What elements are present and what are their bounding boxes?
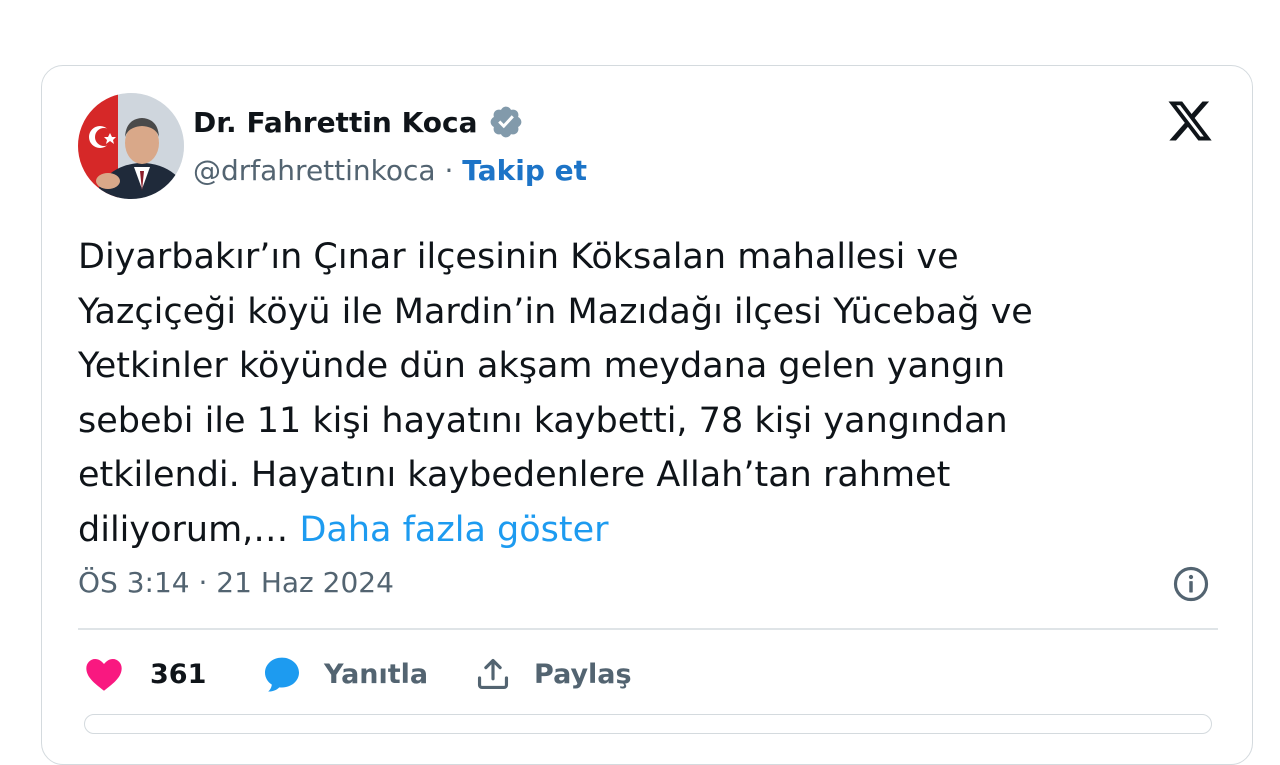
divider xyxy=(78,628,1218,630)
speech-bubble-icon xyxy=(265,657,299,692)
tweet-text-line: Yazçiçeği köyü ile Mardin’in Mazıdağı il… xyxy=(78,291,1033,332)
author-handle[interactable]: @drfahrettinkoca xyxy=(193,154,436,187)
share-button[interactable]: Paylaş xyxy=(474,652,632,696)
tweet-text-line: sebebi ile 11 kişi hayatını kaybetti, 78… xyxy=(78,400,1008,441)
tweet-text-line: Yetkinler köyünde dün akşam meydana gele… xyxy=(78,346,1006,386)
reply-label: Yanıtla xyxy=(324,658,429,690)
like-button[interactable]: 361 xyxy=(84,652,206,696)
tweet-text: Diyarbakır’ın Çınar ilçesinin Köksalan m… xyxy=(78,230,1198,557)
avatar[interactable] xyxy=(78,93,184,199)
reply-button[interactable]: Yanıtla xyxy=(262,652,428,696)
share-upload-icon xyxy=(477,658,509,690)
handle-separator: · xyxy=(435,154,463,187)
follow-button[interactable]: Takip et xyxy=(462,154,587,187)
author-name[interactable]: Dr. Fahrettin Koca xyxy=(193,106,478,139)
verified-badge-icon xyxy=(490,106,521,138)
tweet-text-line: Diyarbakır’ın Çınar ilçesinin Köksalan m… xyxy=(78,237,959,277)
show-more-link[interactable]: Daha fazla göster xyxy=(299,510,608,550)
handle-row: @drfahrettinkoca · Takip et xyxy=(193,154,587,187)
tweet-text-line: etkilendi. Hayatını kaybedenlere Allah’t… xyxy=(78,455,951,495)
read-replies-bar[interactable] xyxy=(84,714,1212,734)
tweet-text-line: diliyorum,… xyxy=(78,509,300,550)
like-count: 361 xyxy=(150,658,207,690)
tweet-timestamp[interactable]: ÖS 3:14 · 21 Haz 2024 xyxy=(78,566,394,599)
tweet-text-last-line: diliyorum,… Daha fazla göster xyxy=(78,503,1198,558)
avatar-image xyxy=(78,93,184,199)
heart-icon xyxy=(86,658,122,691)
info-icon[interactable] xyxy=(1172,565,1210,603)
x-logo-icon[interactable] xyxy=(1166,97,1214,145)
author-name-row[interactable]: Dr. Fahrettin Koca xyxy=(193,104,524,140)
share-label: Paylaş xyxy=(534,658,632,690)
